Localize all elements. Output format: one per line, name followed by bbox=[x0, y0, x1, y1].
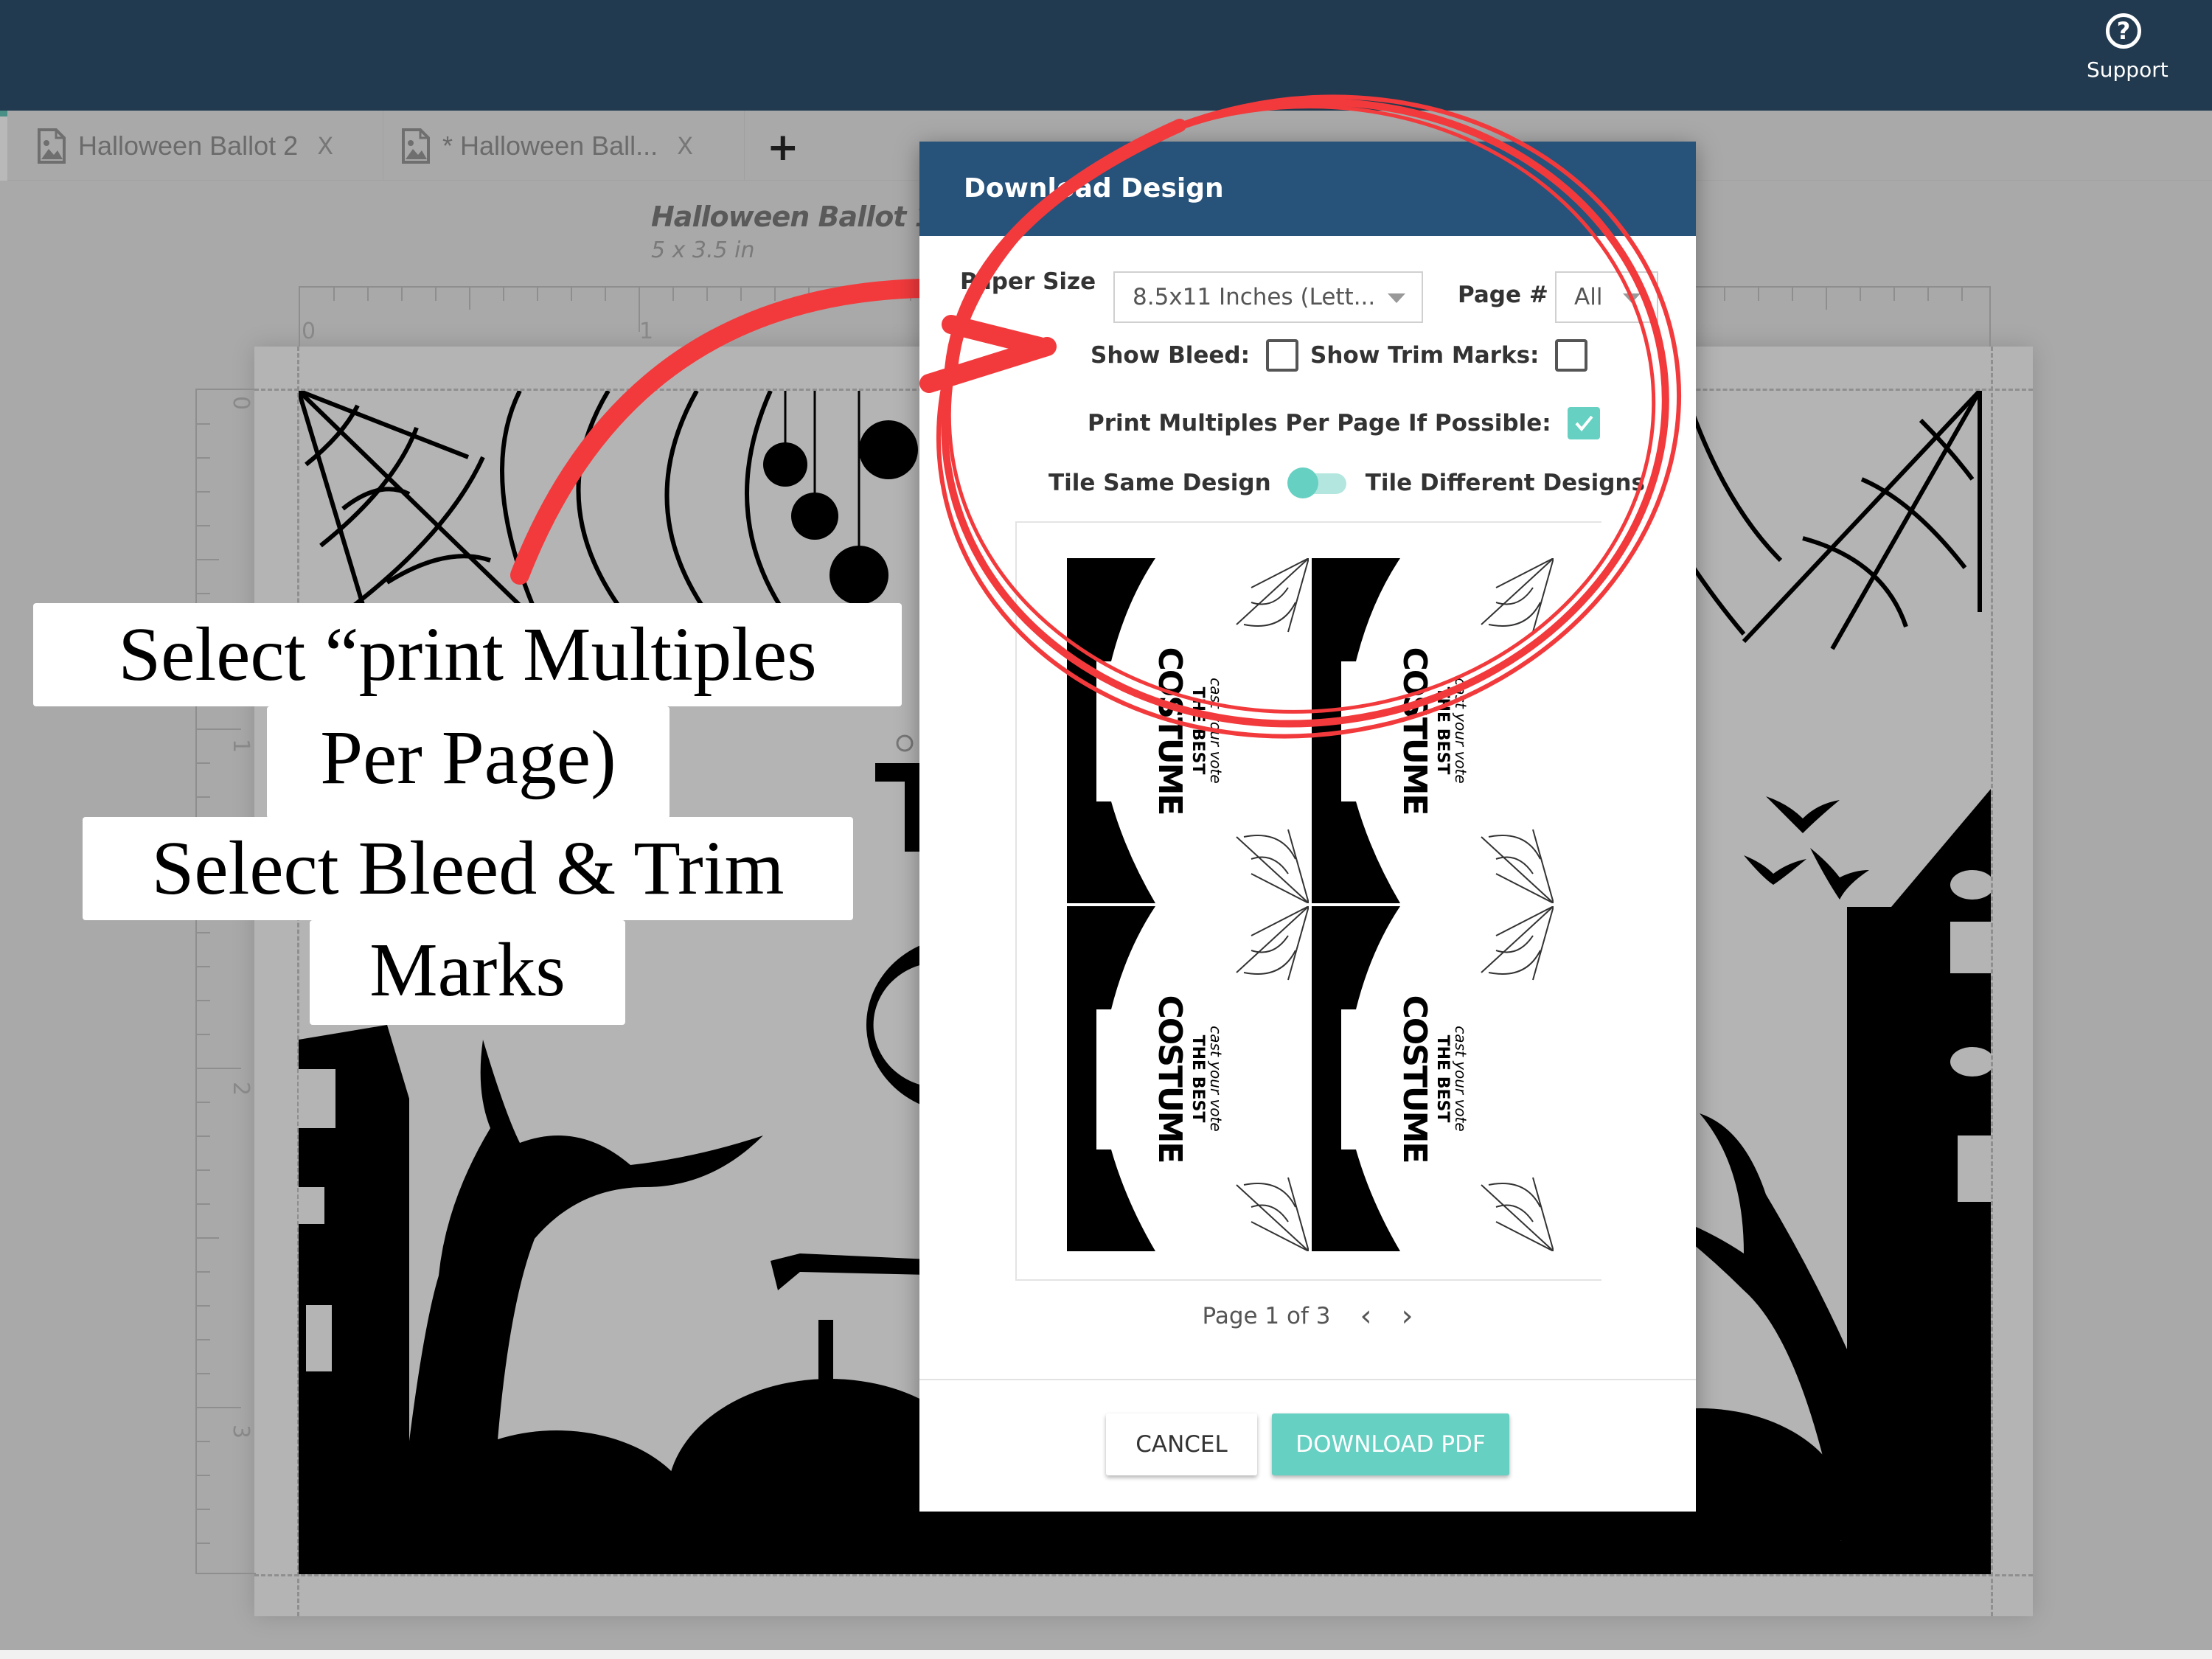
annotation-text: Select Bleed & Trim bbox=[83, 817, 853, 920]
support-label: Support bbox=[2087, 58, 2168, 82]
preview-card-text: cast your vote THE BEST COSTUME bbox=[1396, 995, 1470, 1163]
close-tab-icon[interactable]: X bbox=[677, 132, 693, 160]
download-design-dialog: Download Design Paper Size 8.5x11 Inches… bbox=[919, 142, 1696, 1512]
ruler-label: 0 bbox=[302, 319, 316, 344]
tab-label: Halloween Ballot 2 bbox=[78, 130, 299, 161]
next-page-button[interactable]: › bbox=[1401, 1299, 1413, 1333]
question-circle-icon: ? bbox=[2106, 13, 2141, 49]
preview-pager: Page 1 of 3 ‹ › bbox=[919, 1299, 1696, 1333]
tile-mode-row: Tile Same Design Tile Different Designs bbox=[1048, 467, 1645, 498]
ruler-label: 2 bbox=[228, 1081, 254, 1096]
top-navigation-bar: ? Support bbox=[0, 0, 2212, 111]
image-file-icon bbox=[37, 128, 66, 164]
show-bleed-checkbox[interactable] bbox=[1266, 339, 1299, 372]
paper-size-select[interactable]: 8.5x11 Inches (Lett... bbox=[1113, 271, 1423, 323]
chevron-down-icon bbox=[1623, 293, 1641, 303]
annotation-text: Marks bbox=[310, 920, 625, 1025]
tab-label: * Halloween Ball... bbox=[442, 130, 658, 161]
document-title: Halloween Ballot 1 bbox=[651, 201, 934, 233]
print-preview: cast your vote THE BEST COSTUME cast your v… bbox=[1015, 521, 1601, 1281]
close-tab-icon[interactable]: X bbox=[317, 132, 333, 160]
preview-card: cast your vote THE BEST COSTUME bbox=[1312, 558, 1554, 903]
trim-line-right bbox=[1991, 347, 1993, 1616]
tile-mode-toggle[interactable] bbox=[1287, 467, 1349, 498]
ruler-label: 1 bbox=[228, 738, 254, 754]
haunted-house-right bbox=[1847, 789, 1991, 1574]
annotation-text: Per Page) bbox=[267, 706, 669, 818]
hanging-pumpkins bbox=[763, 391, 918, 605]
checkmark-icon bbox=[1575, 415, 1593, 432]
ruler-label: 1 bbox=[639, 319, 654, 344]
app-window: ? Support Halloween Ballot 2 X * Hallowe… bbox=[0, 0, 2212, 1659]
tile-same-label: Tile Same Design bbox=[1048, 470, 1271, 496]
document-size: 5 x 3.5 in bbox=[651, 237, 755, 263]
paper-size-label: Paper Size bbox=[960, 268, 1096, 295]
tab-strip-edge bbox=[0, 111, 7, 181]
ruler-ticks bbox=[197, 423, 241, 1544]
page-number-value: All bbox=[1574, 284, 1603, 310]
preview-card-text: cast your vote THE BEST COSTUME bbox=[1151, 995, 1225, 1163]
show-bleed-label: Show Bleed: bbox=[1091, 342, 1251, 369]
page-number-label: Page # bbox=[1458, 282, 1548, 308]
page-number-select[interactable]: All bbox=[1555, 271, 1658, 323]
preview-card: cast your vote THE BEST COSTUME bbox=[1312, 906, 1554, 1251]
preview-card: cast your vote THE BEST COSTUME bbox=[1067, 906, 1309, 1251]
add-tab-button[interactable]: + bbox=[767, 125, 799, 170]
bleed-trim-row: Show Bleed: Show Trim Marks: bbox=[1091, 339, 1588, 372]
dialog-divider bbox=[919, 1379, 1696, 1380]
image-file-icon bbox=[401, 128, 431, 164]
tab-halloween-ballot-1[interactable]: * Halloween Ball... X bbox=[398, 111, 745, 181]
dialog-title: Download Design bbox=[919, 142, 1696, 236]
preview-sheet: cast your vote THE BEST COSTUME cast your v… bbox=[1067, 558, 1554, 1251]
download-pdf-button[interactable]: DOWNLOAD PDF bbox=[1272, 1413, 1509, 1475]
support-button[interactable]: ? Support bbox=[2087, 13, 2168, 82]
chevron-down-icon bbox=[1388, 293, 1405, 303]
vertical-ruler: 0 1 2 3 bbox=[195, 389, 256, 1574]
show-trim-marks-checkbox[interactable] bbox=[1555, 339, 1588, 372]
page-indicator: Page 1 of 3 bbox=[1202, 1303, 1331, 1329]
previous-page-button[interactable]: ‹ bbox=[1360, 1299, 1371, 1333]
spider-web-left bbox=[299, 391, 802, 636]
haunted-house-left bbox=[299, 1025, 409, 1574]
tab-strip-accent bbox=[0, 111, 7, 116]
tile-different-label: Tile Different Designs bbox=[1365, 470, 1645, 496]
tab-halloween-ballot-2[interactable]: Halloween Ballot 2 X bbox=[35, 111, 383, 181]
status-strip bbox=[0, 1650, 2212, 1659]
print-multiples-row: Print Multiples Per Page If Possible: bbox=[1088, 407, 1600, 439]
print-multiples-checkbox[interactable] bbox=[1567, 407, 1600, 439]
show-trim-marks-label: Show Trim Marks: bbox=[1310, 342, 1540, 369]
paper-size-value: 8.5x11 Inches (Lett... bbox=[1133, 284, 1376, 310]
print-multiples-label: Print Multiples Per Page If Possible: bbox=[1088, 410, 1551, 437]
rotate-handle bbox=[896, 734, 914, 752]
cancel-button[interactable]: CANCEL bbox=[1106, 1413, 1257, 1475]
annotation-text: Select “print Multiples bbox=[33, 603, 902, 706]
preview-card-text: cast your vote THE BEST COSTUME bbox=[1396, 647, 1470, 815]
bats bbox=[1744, 796, 1869, 900]
preview-card: cast your vote THE BEST COSTUME bbox=[1067, 558, 1309, 903]
preview-card-text: cast your vote THE BEST COSTUME bbox=[1151, 647, 1225, 815]
ruler-label: 0 bbox=[228, 395, 254, 411]
ruler-label: 3 bbox=[228, 1424, 254, 1439]
trim-line-bottom bbox=[254, 1574, 2033, 1576]
